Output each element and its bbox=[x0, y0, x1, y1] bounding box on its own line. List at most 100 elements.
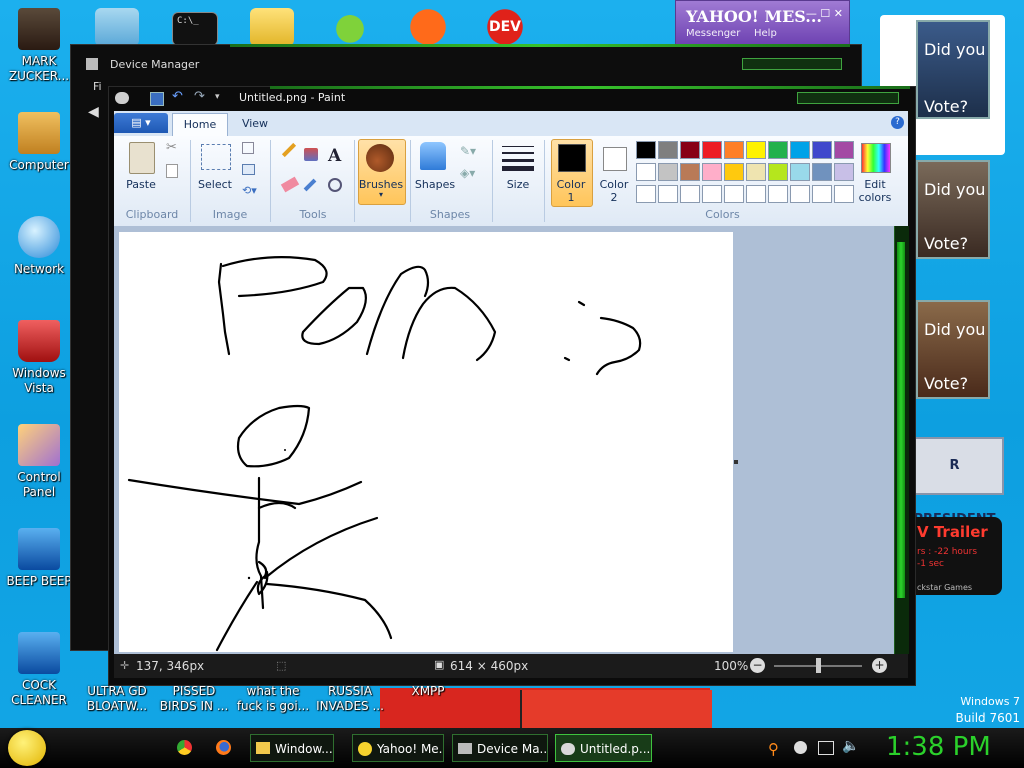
zoom-out-button[interactable]: − bbox=[750, 658, 765, 673]
back-arrow-icon[interactable]: ◀ bbox=[88, 104, 99, 120]
redo-icon[interactable]: ↷ bbox=[194, 89, 205, 104]
start-button[interactable] bbox=[8, 730, 46, 766]
chrome-icon[interactable] bbox=[177, 740, 192, 755]
angry-birds-icon[interactable] bbox=[328, 8, 372, 46]
select-icon[interactable] bbox=[201, 144, 231, 170]
network-status-icon[interactable] bbox=[818, 741, 834, 755]
paint-window-controls[interactable] bbox=[797, 92, 899, 104]
save-icon[interactable] bbox=[150, 92, 164, 106]
firefox-icon[interactable] bbox=[216, 740, 231, 755]
cut-icon[interactable]: ✂ bbox=[166, 140, 177, 155]
desktop-icon-windows-vista[interactable]: Windows Vista bbox=[4, 320, 74, 396]
folder-icon[interactable] bbox=[250, 8, 294, 46]
desktop-icon-label[interactable]: what the fuck is goi... bbox=[232, 684, 314, 714]
shapes-button[interactable]: Shapes bbox=[413, 178, 457, 191]
palette-swatch[interactable] bbox=[636, 141, 656, 159]
tray-icon[interactable] bbox=[794, 741, 807, 754]
help-icon[interactable]: ? bbox=[891, 116, 904, 129]
p-logo-icon[interactable] bbox=[406, 8, 450, 46]
tab-home[interactable]: Home bbox=[172, 113, 228, 136]
desktop-icon-label[interactable]: RUSSIA INVADES ... bbox=[309, 684, 391, 714]
palette-swatch[interactable] bbox=[812, 163, 832, 181]
palette-swatch[interactable] bbox=[812, 141, 832, 159]
color2-label[interactable]: Color bbox=[595, 178, 633, 191]
palette-swatch[interactable] bbox=[790, 185, 810, 203]
palette-swatch[interactable] bbox=[680, 163, 700, 181]
outline-icon[interactable]: ✎▾ bbox=[460, 144, 476, 158]
desktop-icon-label[interactable]: PISSED BIRDS IN ... bbox=[153, 684, 235, 714]
color2-swatch[interactable] bbox=[603, 147, 627, 171]
palette-swatch[interactable] bbox=[636, 185, 656, 203]
taskbar-button-device-manager[interactable]: Device Ma... bbox=[452, 734, 548, 762]
crop-icon[interactable] bbox=[242, 142, 254, 154]
search-icon[interactable]: ⚲ bbox=[768, 740, 779, 758]
edit-colors-icon[interactable] bbox=[861, 143, 891, 173]
fill-icon[interactable] bbox=[304, 148, 318, 161]
desktop-icon-mark-zucker[interactable]: MARK ZUCKER... bbox=[4, 8, 74, 84]
palette-swatch[interactable] bbox=[724, 141, 744, 159]
palette-swatch[interactable] bbox=[834, 163, 854, 181]
command-prompt-icon[interactable]: C:\_ bbox=[172, 12, 218, 46]
palette-swatch[interactable] bbox=[834, 141, 854, 159]
menu-messenger[interactable]: Messenger bbox=[686, 28, 740, 39]
edit-colors-label[interactable]: Edit bbox=[857, 178, 893, 191]
resize-icon[interactable] bbox=[242, 164, 255, 175]
taskbar-button-paint[interactable]: Untitled.p... bbox=[555, 734, 652, 762]
palette-swatch[interactable] bbox=[636, 163, 656, 181]
drawing-canvas[interactable] bbox=[119, 232, 733, 652]
palette-swatch[interactable] bbox=[834, 185, 854, 203]
palette-swatch[interactable] bbox=[812, 185, 832, 203]
palette-swatch[interactable] bbox=[658, 185, 678, 203]
palette-swatch[interactable] bbox=[768, 163, 788, 181]
palette-swatch[interactable] bbox=[658, 141, 678, 159]
palette-swatch[interactable] bbox=[702, 185, 722, 203]
dev-icon[interactable]: DEV bbox=[483, 8, 527, 46]
palette-swatch[interactable] bbox=[790, 163, 810, 181]
size-icon[interactable] bbox=[502, 144, 534, 171]
zoom-slider-thumb[interactable] bbox=[816, 658, 821, 673]
palette-swatch[interactable] bbox=[724, 163, 744, 181]
palette-swatch[interactable] bbox=[724, 185, 744, 203]
palette-swatch[interactable] bbox=[768, 185, 788, 203]
clock[interactable]: 1:38 PM bbox=[886, 732, 991, 762]
taskbar-button-yahoo[interactable]: Yahoo! Me... bbox=[352, 734, 444, 762]
edit-colors-label-2[interactable]: colors bbox=[855, 191, 895, 204]
yahoo-messenger-window[interactable]: YAHOO! MES... Messenger Help — ☐ ✕ bbox=[675, 0, 850, 48]
menu-help[interactable]: Help bbox=[754, 28, 777, 39]
canvas-resize-handle[interactable] bbox=[734, 460, 738, 464]
device-manager-menu[interactable]: Fi bbox=[93, 80, 102, 93]
palette-swatch[interactable] bbox=[702, 163, 722, 181]
fill-shape-icon[interactable]: ◈▾ bbox=[460, 166, 475, 180]
text-icon[interactable]: A bbox=[328, 146, 341, 166]
palette-swatch[interactable] bbox=[746, 185, 766, 203]
palette-swatch[interactable] bbox=[746, 163, 766, 181]
desktop-icon-computer[interactable]: Computer bbox=[4, 112, 74, 173]
palette-swatch[interactable] bbox=[680, 141, 700, 159]
window-controls[interactable]: — ☐ ✕ bbox=[806, 7, 843, 20]
taskbar-button-windows-explorer[interactable]: Window... bbox=[250, 734, 334, 762]
rotate-icon[interactable]: ⟲▾ bbox=[242, 184, 257, 197]
magnifier-icon[interactable] bbox=[328, 178, 342, 192]
desktop-icon-label[interactable]: ULTRA GD BLOATW... bbox=[76, 684, 158, 714]
zoom-in-button[interactable]: + bbox=[872, 658, 887, 673]
desktop-icon-label[interactable]: XMPP bbox=[387, 684, 469, 699]
tab-view[interactable]: View bbox=[230, 113, 280, 135]
notepad-icon[interactable] bbox=[95, 8, 139, 46]
select-button[interactable]: Select bbox=[196, 178, 234, 191]
palette-swatch[interactable] bbox=[658, 163, 678, 181]
desktop-icon-beep-beep[interactable]: BEEP BEEP bbox=[4, 528, 74, 589]
desktop-icon-control-panel[interactable]: Control Panel bbox=[4, 424, 74, 500]
desktop-icon-network[interactable]: Network bbox=[4, 216, 74, 277]
size-button[interactable]: Size bbox=[498, 178, 538, 191]
palette-swatch[interactable] bbox=[702, 141, 722, 159]
copy-icon[interactable] bbox=[166, 164, 178, 178]
palette-swatch[interactable] bbox=[680, 185, 700, 203]
paint-menu-button[interactable]: ▤ ▾ bbox=[114, 113, 168, 133]
device-manager-window-controls[interactable] bbox=[742, 58, 842, 70]
desktop-icon-cock-cleaner[interactable]: COCK CLEANER bbox=[4, 632, 74, 708]
scrollbar-thumb[interactable] bbox=[897, 242, 905, 598]
shapes-icon[interactable] bbox=[420, 142, 446, 170]
paste-icon[interactable] bbox=[129, 142, 155, 174]
palette-swatch[interactable] bbox=[746, 141, 766, 159]
undo-icon[interactable]: ↶ bbox=[172, 89, 183, 104]
